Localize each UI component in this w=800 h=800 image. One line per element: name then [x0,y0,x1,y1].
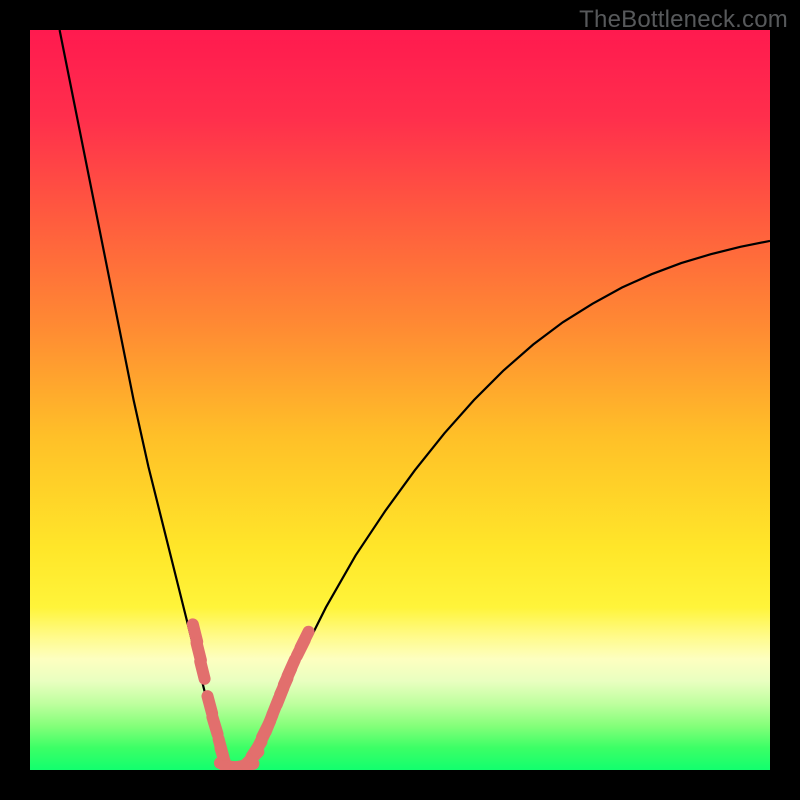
data-marker [301,632,309,648]
curve-right-branch [248,241,770,766]
data-marker [200,661,204,678]
plot-area [30,30,770,770]
data-marker [208,696,213,713]
chart-frame: TheBottleneck.com [0,0,800,800]
data-marker [288,660,295,676]
data-marker [212,717,217,734]
data-markers [193,624,309,769]
curve-layer [30,30,770,770]
watermark-text: TheBottleneck.com [579,6,788,34]
